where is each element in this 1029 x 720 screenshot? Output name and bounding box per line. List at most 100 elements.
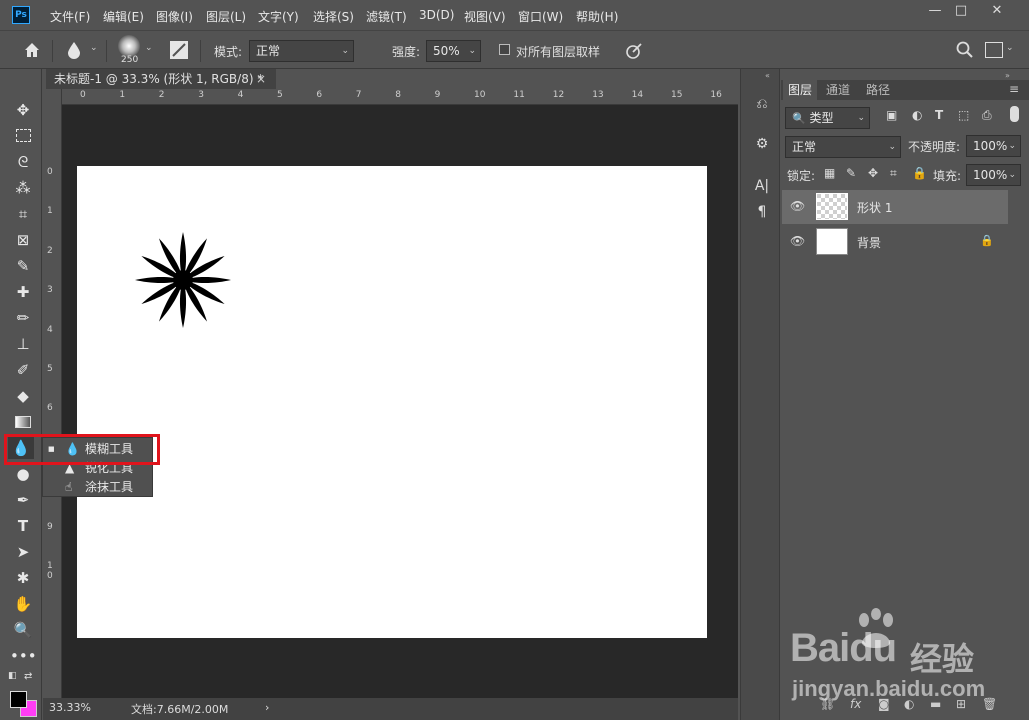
sample-all-layers-checkbox[interactable] [499, 44, 510, 55]
ruler-top-label: 0 [80, 90, 86, 100]
status-menu-arrow-icon[interactable]: › [265, 701, 269, 714]
filter-toggle-icon[interactable] [1010, 106, 1019, 122]
zoom-tool-icon[interactable]: 🔍 [10, 619, 36, 641]
move-tool-icon[interactable]: ✥ [10, 99, 36, 121]
layer-filter-select[interactable]: 🔍 类型 ⌄ [785, 107, 870, 129]
mode-label: 模式: [214, 45, 243, 59]
properties-panel-icon[interactable]: ⚙ [751, 133, 773, 155]
dodge-tool-icon[interactable]: ● [10, 463, 36, 485]
foreground-color-swatch[interactable] [10, 691, 27, 708]
menu-select[interactable]: 选择(S) [313, 8, 354, 25]
mode-select[interactable]: 正常 ⌄ [249, 40, 354, 62]
maximize-button[interactable]: □ [946, 2, 976, 22]
path-selection-tool-icon[interactable]: ➤ [10, 541, 36, 563]
strength-chevron-down-icon: ⌄ [468, 46, 476, 56]
ruler-left-label: 1 [47, 206, 53, 217]
magic-wand-tool-icon[interactable]: ⁂ [10, 177, 36, 199]
history-panel-icon[interactable]: ⎌ [751, 93, 773, 115]
layer-lock-icon: 🔒 [980, 234, 994, 247]
layer-row-background[interactable]: 👁 背景 🔒 [782, 225, 1008, 259]
marquee-tool-icon[interactable] [10, 125, 36, 147]
fill-chevron-down-icon: ⌄ [1008, 170, 1016, 180]
preset-chevron-down-icon[interactable]: ⌄ [90, 43, 98, 53]
filter-shape-icon[interactable]: ⬚ [958, 108, 969, 122]
layer-thumbnail [816, 193, 848, 220]
search-icon[interactable] [955, 40, 975, 60]
lock-all-icon[interactable]: 🔒 [912, 166, 927, 180]
eyedropper-tool-icon[interactable]: ✎ [10, 255, 36, 277]
filter-adjustment-icon[interactable]: ◐ [912, 108, 922, 122]
ruler-top-label: 16 [710, 90, 722, 100]
filter-pixel-icon[interactable]: ▣ [886, 108, 897, 122]
flyout-item-smudge[interactable]: ☝ 涂抹工具 [43, 478, 152, 497]
document-tab[interactable]: 未标题-1 @ 33.3% (形状 1, RGB/8) * × [46, 69, 276, 89]
menu-3d[interactable]: 3D(D) [419, 8, 454, 22]
history-brush-tool-icon[interactable]: ✐ [10, 359, 36, 381]
visibility-eye-icon[interactable]: 👁 [790, 199, 805, 213]
healing-brush-tool-icon[interactable]: ✚ [10, 281, 36, 303]
menu-window[interactable]: 窗口(W) [518, 8, 563, 25]
frame-tool-icon[interactable]: ⊠ [10, 229, 36, 251]
ruler-left-label: 0 [47, 167, 53, 177]
filter-type-icon[interactable]: T [935, 108, 943, 122]
tab-layers[interactable]: 图层 [783, 80, 818, 100]
menu-filter[interactable]: 滤镜(T) [366, 8, 407, 25]
brush-chevron-down-icon[interactable]: ⌄ [145, 43, 153, 53]
character-panel-icon[interactable]: A| [751, 175, 773, 197]
more-tools-icon[interactable]: ••• [10, 645, 37, 667]
layer-row-shape[interactable]: 👁 形状 1 [782, 190, 1008, 224]
gradient-tool-icon[interactable] [10, 411, 36, 433]
blur-tool-preset-icon[interactable] [66, 40, 82, 60]
pen-tool-icon[interactable]: ✒ [10, 489, 36, 511]
collapsed-panels: « ⎌ ⚙ A| ¶ [740, 69, 780, 720]
pressure-icon[interactable] [624, 41, 644, 61]
fill-input[interactable]: 100% ⌄ [966, 164, 1021, 186]
lasso-tool-icon[interactable]: ᘓ [10, 151, 36, 173]
tab-paths[interactable]: 路径 [861, 80, 895, 100]
menu-image[interactable]: 图像(I) [156, 8, 193, 25]
brush-preview-icon[interactable] [118, 35, 140, 57]
tab-close-icon[interactable]: × [256, 69, 266, 89]
opacity-label: 不透明度: [908, 140, 961, 154]
tab-channels[interactable]: 通道 [821, 80, 855, 100]
lock-position-icon[interactable]: ✥ [868, 166, 878, 180]
ruler-left-label: 6 [47, 403, 53, 414]
menu-type[interactable]: 文字(Y) [258, 8, 299, 25]
ruler-left-label: 2 [47, 245, 53, 256]
close-button[interactable]: ✕ [982, 2, 1012, 22]
default-colors-icon[interactable]: ◧ [8, 671, 17, 681]
menu-view[interactable]: 视图(V) [464, 8, 506, 25]
lock-image-icon[interactable]: ✎ [846, 166, 856, 180]
strength-input[interactable]: 50% ⌄ [426, 40, 481, 62]
clone-stamp-tool-icon[interactable]: ⊥ [10, 333, 36, 355]
hand-tool-icon[interactable]: ✋ [10, 593, 36, 615]
paragraph-panel-icon[interactable]: ¶ [751, 201, 773, 223]
visibility-eye-icon[interactable]: 👁 [790, 234, 805, 248]
annotation-highlight-box [4, 434, 160, 465]
workspace-chevron-down-icon[interactable]: ⌄ [1006, 43, 1014, 53]
brush-tool-icon[interactable]: ✏ [10, 307, 36, 329]
type-tool-icon[interactable]: T [10, 515, 36, 537]
workspace-icon[interactable] [985, 42, 1003, 58]
lock-transparent-icon[interactable]: ▦ [824, 166, 835, 180]
panel-collapse-icon[interactable]: » [1005, 71, 1010, 80]
crop-tool-icon[interactable]: ⌗ [10, 203, 36, 225]
lock-artboard-icon[interactable]: ⌗ [890, 166, 897, 181]
blend-mode-select[interactable]: 正常 ⌄ [785, 136, 901, 158]
collapse-arrows-icon[interactable]: « [765, 71, 770, 80]
swap-colors-icon[interactable]: ⇄ [24, 671, 32, 682]
menu-help[interactable]: 帮助(H) [576, 8, 618, 25]
eraser-tool-icon[interactable]: ◆ [10, 385, 36, 407]
ruler-left-label: 4 [47, 324, 53, 335]
home-icon[interactable] [22, 40, 42, 60]
zoom-level[interactable]: 33.33% [49, 701, 91, 714]
menu-file[interactable]: 文件(F) [50, 8, 90, 25]
document-canvas[interactable] [77, 166, 707, 638]
opacity-input[interactable]: 100% ⌄ [966, 135, 1021, 157]
menu-layer[interactable]: 图层(L) [206, 8, 246, 25]
brush-settings-icon[interactable] [170, 41, 188, 59]
panel-menu-icon[interactable]: ≡ [1009, 82, 1019, 96]
filter-smart-object-icon[interactable]: ⎙ [982, 108, 992, 123]
menu-edit[interactable]: 编辑(E) [103, 8, 144, 25]
custom-shape-tool-icon[interactable]: ✱ [10, 567, 36, 589]
